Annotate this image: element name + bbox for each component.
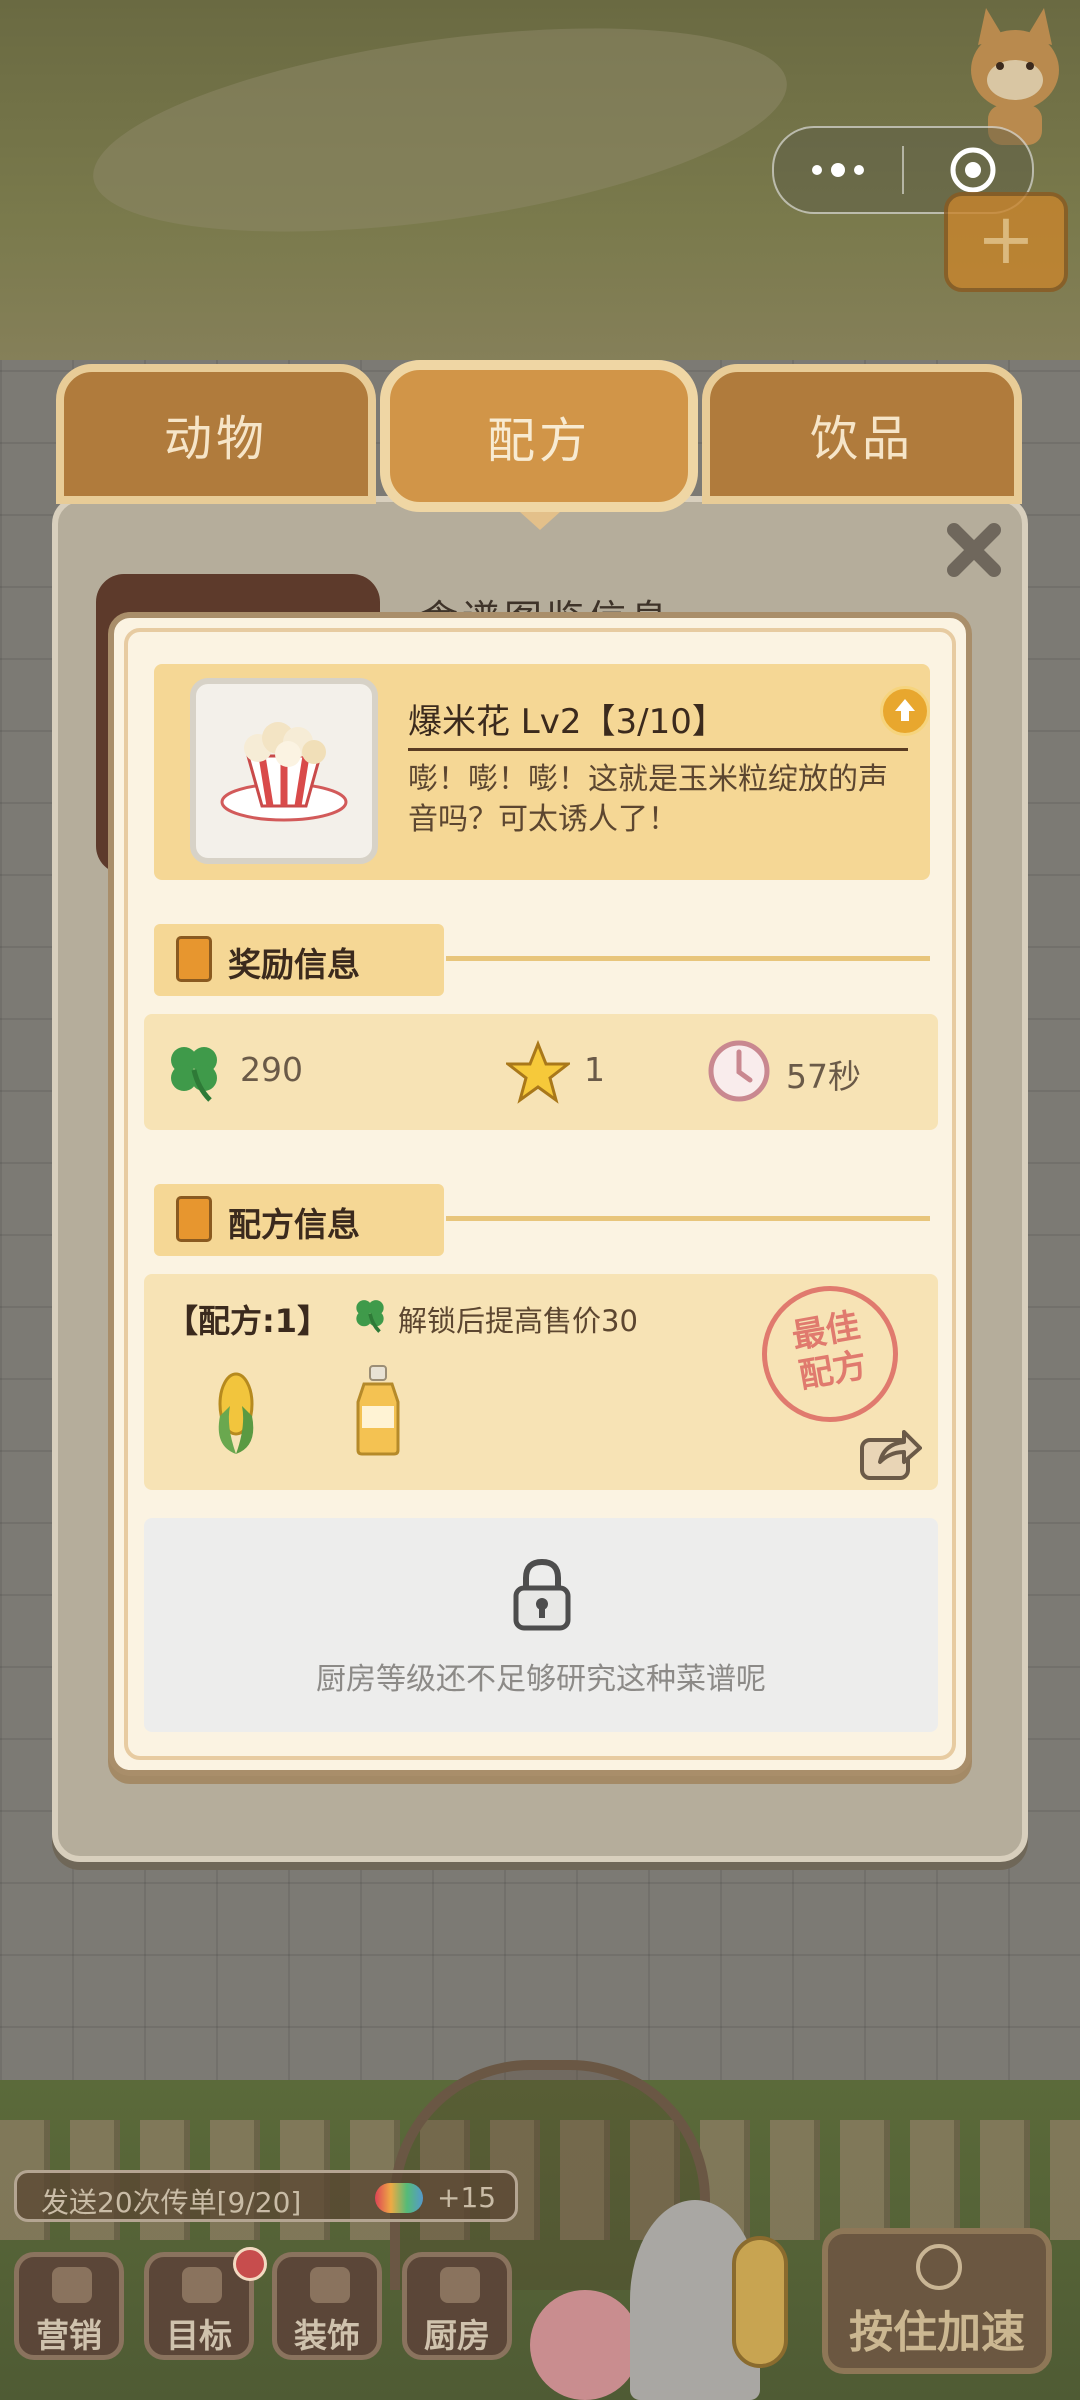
reward-section-title: 奖励信息 — [228, 945, 360, 984]
locked-recipe-card: 厨房等级还不足够研究这种菜谱呢 — [144, 1518, 938, 1732]
kitchen-label: 厨房 — [424, 2316, 490, 2355]
task-reward: +15 — [437, 2181, 497, 2214]
play-icon — [916, 2244, 962, 2290]
goals-label: 目标 — [166, 2316, 232, 2355]
pot-icon — [440, 2267, 480, 2303]
kitchen-button[interactable]: 厨房 — [402, 2252, 512, 2360]
recipe-section-header: 配方信息 — [154, 1184, 444, 1256]
clipboard-icon — [176, 936, 212, 982]
star-reward-value: 1 — [584, 1050, 605, 1089]
tab-recipe[interactable]: 配方 — [380, 360, 698, 512]
recipe-number: 【配方:1】 — [166, 1302, 330, 1340]
decorate-label: 装饰 — [294, 2316, 360, 2355]
item-image — [190, 678, 378, 864]
megaphone-icon — [52, 2267, 92, 2303]
thermometer-icon — [732, 2236, 788, 2368]
speed-label: 按住加速 — [849, 2307, 1025, 2358]
share-icon[interactable] — [858, 1426, 922, 1482]
task-progress-bar[interactable]: 发送20次传单[9/20] +15 — [14, 2170, 518, 2222]
star-icon — [506, 1040, 570, 1104]
item-name: 爆米花 Lv2【3/10】 — [408, 702, 726, 742]
reward-info-bar: 290 1 57秒 — [144, 1014, 938, 1130]
paint-roller-icon — [310, 2267, 350, 2303]
recipe-detail-modal: 爆米花 Lv2【3/10】 嘭！嘭！嘭！这就是玉米粒绽放的声音吗？可太诱人了！ … — [108, 612, 972, 1776]
close-icon[interactable] — [944, 520, 1004, 580]
add-icon[interactable]: + — [944, 192, 1068, 292]
marketing-button[interactable]: 营销 — [14, 2252, 124, 2360]
candy-icon — [375, 2183, 423, 2213]
notification-dot — [233, 2247, 267, 2281]
best-recipe-stamp: 最佳 配方 — [751, 1275, 909, 1433]
clock-icon — [708, 1040, 770, 1102]
item-name-underline — [408, 748, 908, 751]
task-text: 发送20次传单[9/20] — [41, 2186, 302, 2219]
decorate-button[interactable]: 装饰 — [272, 2252, 382, 2360]
item-card: 爆米花 Lv2【3/10】 嘭！嘭！嘭！这就是玉米粒绽放的声音吗？可太诱人了！ — [154, 664, 930, 880]
target-icon — [182, 2267, 222, 2303]
popcorn-icon — [220, 722, 348, 822]
more-menu-icon[interactable] — [774, 128, 902, 212]
clover-icon — [356, 1300, 384, 1333]
time-reward-value: 57秒 — [786, 1057, 861, 1096]
clover-icon — [171, 1047, 217, 1102]
upgrade-icon[interactable] — [880, 686, 930, 736]
reward-section-header: 奖励信息 — [154, 924, 444, 996]
capsule-divider — [902, 146, 904, 194]
clover-reward-value: 290 — [240, 1050, 303, 1089]
locked-message: 厨房等级还不足够研究这种菜谱呢 — [316, 1662, 766, 1697]
goals-button[interactable]: 目标 — [144, 2247, 267, 2360]
oil-bottle-icon — [356, 1365, 400, 1456]
recipe-unlock-hint: 解锁后提高售价30 — [398, 1304, 638, 1338]
lock-icon — [513, 1558, 571, 1631]
active-tab-indicator — [520, 512, 560, 530]
recipe-card: 【配方:1】 解锁后提高售价30 最佳 配方 — [144, 1274, 938, 1490]
section-divider — [446, 1216, 930, 1221]
corn-icon — [218, 1372, 254, 1454]
hold-to-speed-up-button[interactable]: 按住加速 — [822, 2228, 1052, 2374]
tab-drinks[interactable]: 饮品 — [702, 364, 1022, 504]
tab-animals[interactable]: 动物 — [56, 364, 376, 504]
marketing-label: 营销 — [36, 2316, 102, 2355]
clipboard-icon — [176, 1196, 212, 1242]
pig-character — [530, 2290, 640, 2400]
recipe-section-title: 配方信息 — [228, 1205, 360, 1244]
item-description: 嘭！嘭！嘭！这就是玉米粒绽放的声音吗？可太诱人了！ — [408, 762, 888, 837]
section-divider — [446, 956, 930, 961]
